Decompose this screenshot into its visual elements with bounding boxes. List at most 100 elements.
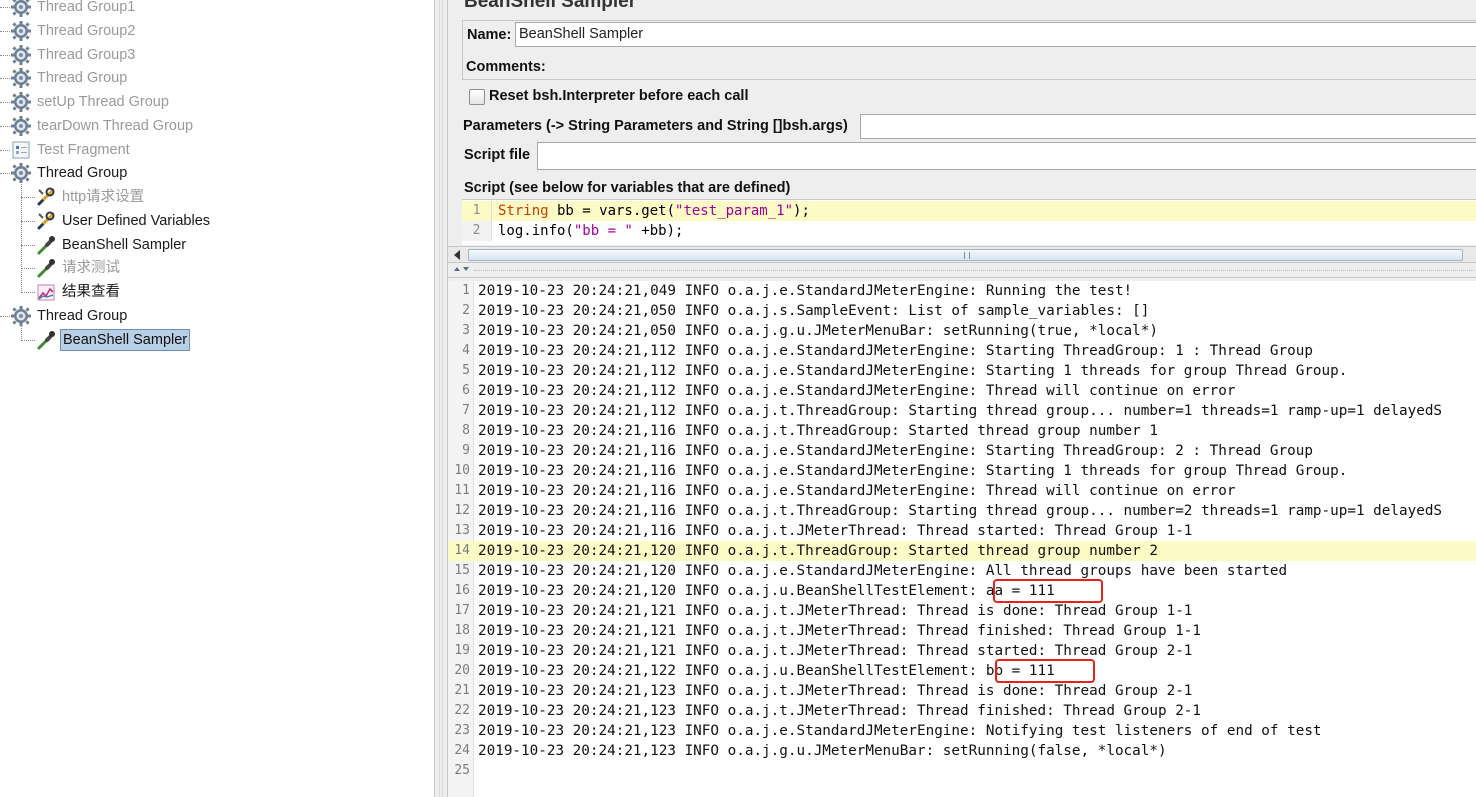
expand-up-icon[interactable] (454, 267, 460, 271)
tree-item[interactable]: User Defined Variables (35, 210, 212, 232)
log-line-text: 2019-10-23 20:24:21,049 INFO o.a.j.e.Sta… (478, 283, 1133, 299)
log-line-text: 2019-10-23 20:24:21,123 INFO o.a.j.t.JMe… (478, 683, 1193, 699)
tree-item[interactable]: BeanShell Sampler (35, 234, 188, 256)
script-file-label: Script file (464, 147, 531, 163)
editor-horizontal-scrollbar[interactable] (448, 246, 1476, 263)
script-line[interactable]: 1 String bb = vars.get("test_param_1"); (462, 201, 1476, 221)
log-line-text: 2019-10-23 20:24:21,112 INFO o.a.j.e.Sta… (478, 343, 1313, 359)
log-line: 6 2019-10-23 20:24:21,112 INFO o.a.j.e.St… (448, 381, 1476, 401)
log-line: 5 2019-10-23 20:24:21,112 INFO o.a.j.e.St… (448, 361, 1476, 381)
gear-icon (10, 305, 32, 327)
expand-down-icon[interactable] (463, 267, 469, 271)
log-line-number: 2 (462, 303, 470, 318)
parameters-field[interactable] (860, 114, 1476, 139)
script-token: String (498, 203, 549, 219)
scrollbar-thumb[interactable] (468, 249, 1463, 261)
comments-label: Comments: (466, 59, 546, 75)
script-line-text: log.info("bb = " +bb); (498, 221, 683, 241)
log-line: 16 2019-10-23 20:24:21,120 INFO o.a.j.u.B… (448, 581, 1476, 601)
tree-item[interactable]: 结果查看 (35, 281, 122, 303)
log-line: 3 2019-10-23 20:24:21,050 INFO o.a.j.g.u.… (448, 321, 1476, 341)
script-line-text: String bb = vars.get("test_param_1"); (498, 201, 810, 221)
tree-item-label: Thread Group (37, 165, 128, 182)
log-line-text: 2019-10-23 20:24:21,123 INFO o.a.j.e.Sta… (478, 723, 1322, 739)
log-line-text: 2019-10-23 20:24:21,123 INFO o.a.j.t.JMe… (478, 703, 1202, 719)
script-editor[interactable]: 1 String bb = vars.get("test_param_1"); 2 l… (462, 199, 1476, 245)
log-line-number: 19 (454, 643, 470, 658)
log-viewer[interactable]: 1 2019-10-23 20:24:21,049 INFO o.a.j.e.St… (448, 281, 1476, 797)
pane-splitter[interactable] (434, 0, 448, 797)
tree-item[interactable]: tearDown Thread Group (10, 115, 195, 137)
log-line-number: 17 (454, 603, 470, 618)
log-line-number: 3 (462, 323, 470, 338)
pipette-icon (35, 329, 57, 351)
tree-item-label: tearDown Thread Group (37, 117, 194, 134)
log-line: 25 (448, 761, 1476, 781)
log-line-text: 2019-10-23 20:24:21,050 INFO o.a.j.g.u.J… (478, 323, 1158, 339)
tree-item-label: setUp Thread Group (37, 94, 169, 110)
log-line-text: 2019-10-23 20:24:21,116 INFO o.a.j.e.Sta… (478, 483, 1236, 499)
scroll-left-arrow-icon[interactable] (454, 250, 460, 260)
split-divider[interactable] (448, 264, 1476, 278)
tree-item[interactable]: Thread Group1 (10, 0, 137, 18)
log-line: 12 2019-10-23 20:24:21,116 INFO o.a.j.t.T… (448, 501, 1476, 521)
log-line-text: 2019-10-23 20:24:21,112 INFO o.a.j.e.Sta… (478, 383, 1236, 399)
log-line-text: 2019-10-23 20:24:21,121 INFO o.a.j.t.JMe… (478, 603, 1193, 619)
tree-connector (21, 197, 35, 198)
annotation-box (993, 579, 1103, 603)
gear-icon (10, 91, 32, 113)
log-line-number: 18 (454, 623, 470, 638)
tree-item-label: BeanShell Sampler (60, 328, 191, 351)
tree-connector (21, 244, 35, 246)
log-line-number: 8 (462, 423, 470, 438)
annotation-box (995, 659, 1095, 683)
test-plan-tree[interactable]: Thread Group1 Thread Group2 Thread Group3 T… (0, 0, 434, 797)
tree-item[interactable]: BeanShell Sampler (35, 328, 191, 351)
script-token: ); (793, 203, 810, 219)
log-line-text: 2019-10-23 20:24:21,121 INFO o.a.j.t.JMe… (478, 643, 1193, 659)
log-line-text: 2019-10-23 20:24:21,112 INFO o.a.j.t.Thr… (478, 403, 1443, 419)
script-line[interactable]: 2 log.info("bb = " +bb); (462, 221, 1476, 241)
divider-dots (474, 270, 1474, 271)
fragment-icon (10, 139, 32, 161)
tree-item-label: User Defined Variables (62, 212, 211, 229)
log-line: 13 2019-10-23 20:24:21,116 INFO o.a.j.t.J… (448, 521, 1476, 541)
tree-item-label: Thread Group2 (37, 22, 136, 39)
tree-item[interactable]: Thread Group3 (10, 44, 137, 66)
log-line-number: 24 (454, 743, 470, 758)
log-line-number: 7 (462, 403, 470, 418)
tree-item[interactable]: Test Fragment (10, 139, 132, 161)
tree-item[interactable]: Thread Group (10, 162, 129, 184)
script-file-field[interactable] (537, 142, 1476, 170)
log-line: 14 2019-10-23 20:24:21,120 INFO o.a.j.t.T… (448, 541, 1476, 561)
tree-connector (0, 54, 10, 56)
tree-item[interactable]: Thread Group2 (10, 20, 137, 42)
script-token: "bb = " (573, 223, 633, 239)
tree-item-label: 请求测试 (62, 260, 120, 277)
tree-item[interactable]: http请求设置 (35, 186, 146, 208)
log-line-text: 2019-10-23 20:24:21,116 INFO o.a.j.t.JMe… (478, 523, 1193, 539)
script-label: Script (see below for variables that are… (464, 180, 791, 196)
log-line-text: 2019-10-23 20:24:21,120 INFO o.a.j.e.Sta… (478, 563, 1288, 579)
tree-connector (0, 7, 10, 8)
script-token: log.info( (498, 223, 574, 239)
log-line: 11 2019-10-23 20:24:21,116 INFO o.a.j.e.S… (448, 481, 1476, 501)
tree-connector (21, 220, 35, 222)
tree-item[interactable]: 请求测试 (35, 257, 122, 279)
wrench-icon (35, 186, 57, 208)
tree-item-label: Thread Group3 (37, 46, 136, 63)
name-field[interactable]: BeanShell Sampler (515, 22, 1476, 47)
tree-item[interactable]: Thread Group (10, 305, 129, 327)
log-line-number: 15 (454, 563, 470, 578)
tree-item[interactable]: setUp Thread Group (10, 91, 171, 113)
tree-item-label: http请求设置 (62, 189, 145, 205)
log-line-number: 12 (454, 503, 470, 518)
log-line-text: 2019-10-23 20:24:21,116 INFO o.a.j.e.Sta… (478, 463, 1348, 479)
script-line-number: 2 (462, 221, 492, 241)
log-line: 10 2019-10-23 20:24:21,116 INFO o.a.j.e.S… (448, 461, 1476, 481)
tree-item[interactable]: Thread Group (10, 67, 129, 89)
tree-connector (21, 339, 35, 341)
log-line-number: 23 (454, 723, 470, 738)
splitter-grip[interactable] (439, 0, 443, 797)
reset-interpreter-checkbox[interactable] (469, 89, 485, 105)
